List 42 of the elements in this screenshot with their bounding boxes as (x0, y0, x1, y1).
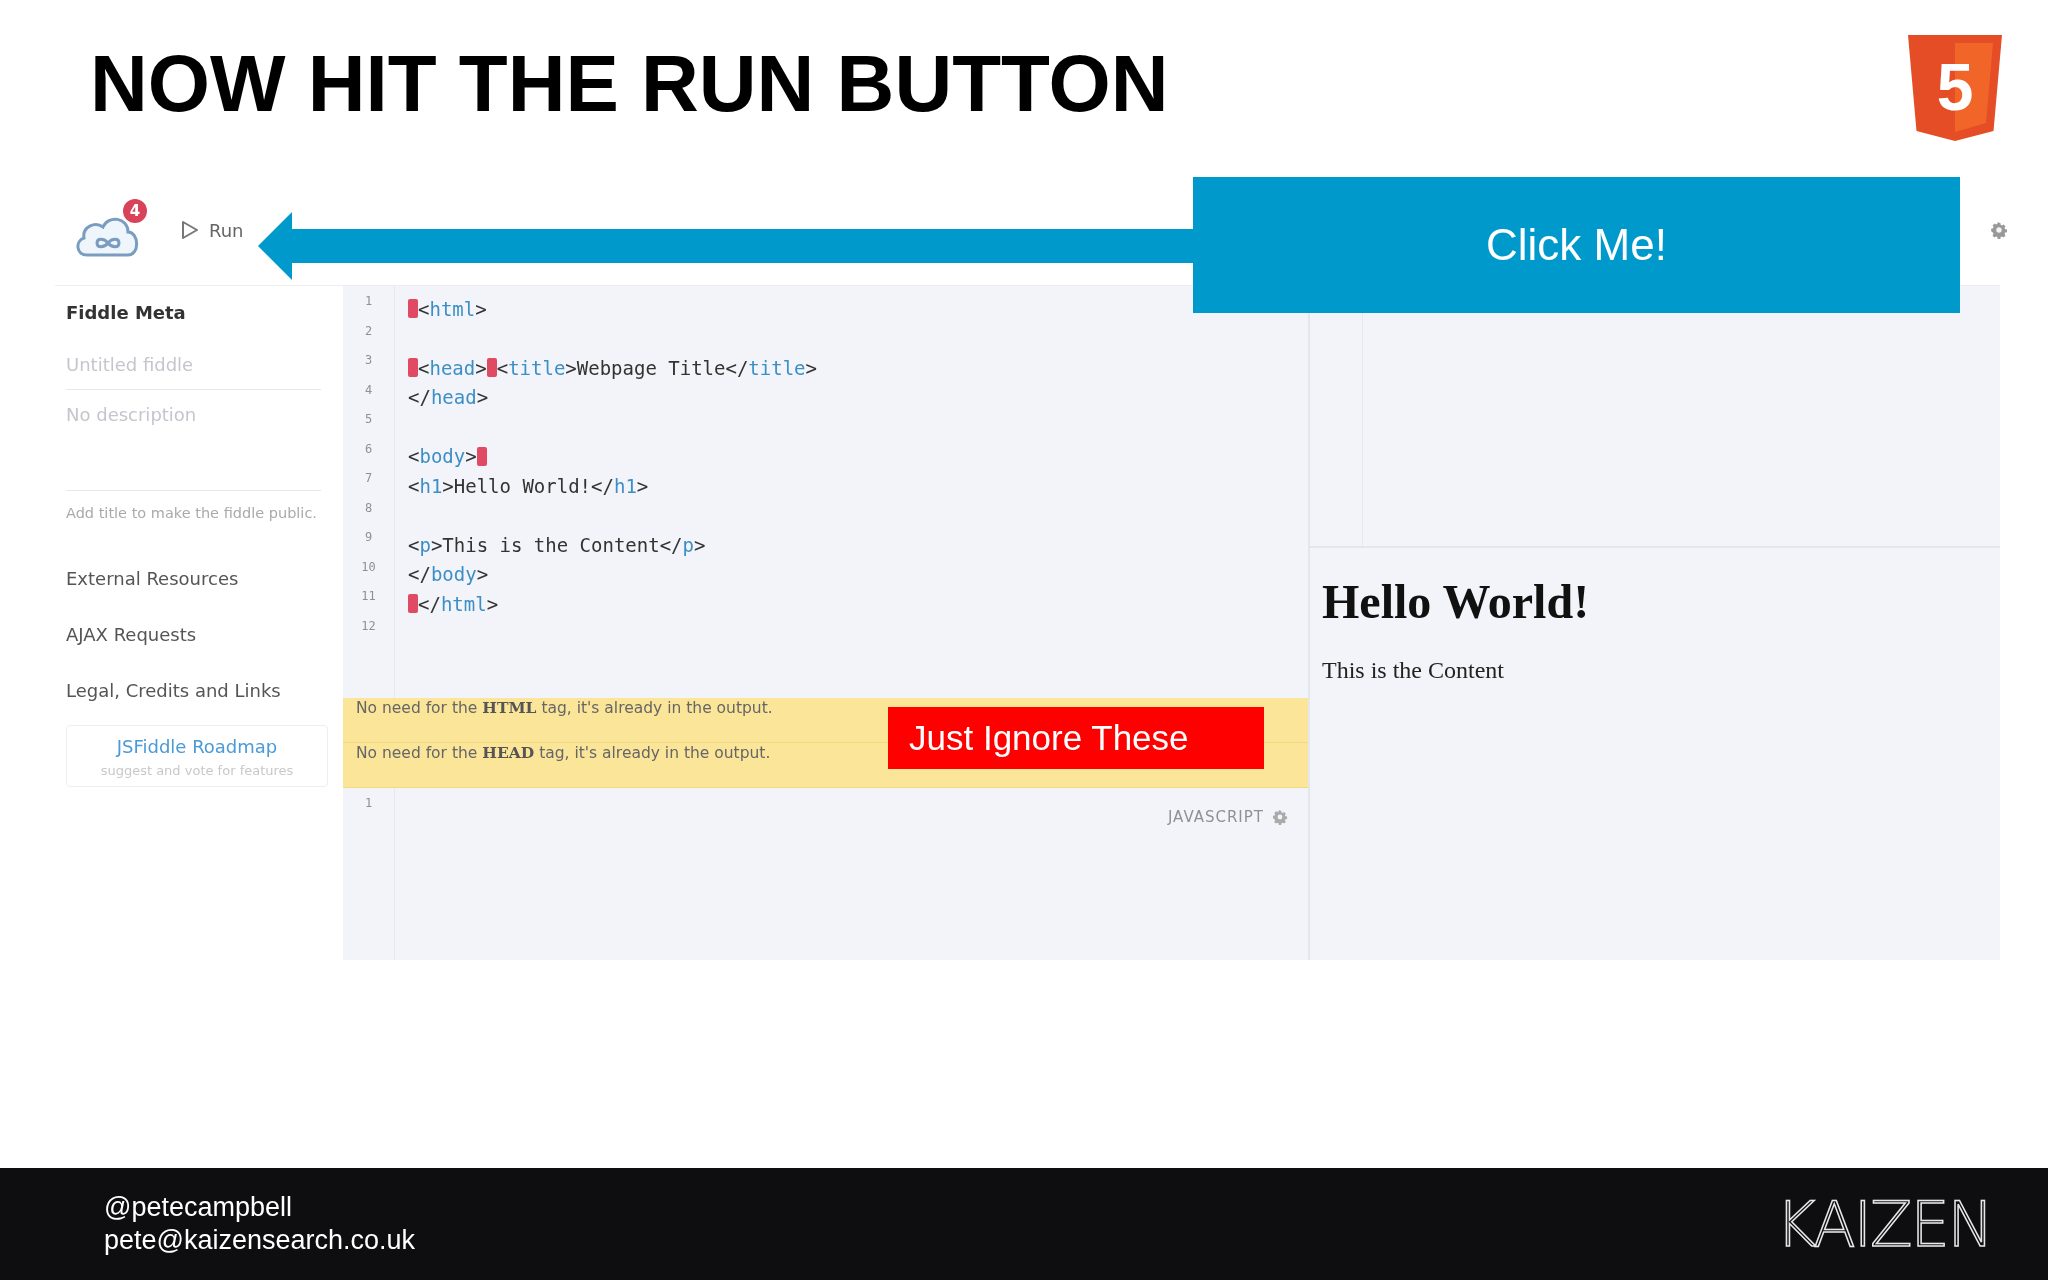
line-number: 2 (363, 323, 374, 340)
sidebar-item[interactable]: AJAX Requests (66, 607, 343, 663)
line-number: 8 (363, 500, 374, 517)
result-paragraph: This is the Content (1322, 657, 1505, 684)
line-number: 1 (363, 796, 374, 812)
callout-banner: Click Me! (1193, 177, 1960, 313)
settings-icon[interactable] (1990, 221, 2008, 239)
line-number: 10 (360, 559, 377, 576)
code-line: </body> (408, 562, 490, 588)
line-number: 3 (363, 353, 374, 369)
line-number: 11 (360, 589, 377, 605)
description-field[interactable]: No description (66, 390, 321, 491)
line-number: 5 (363, 412, 374, 428)
code-line: <p>This is the Content</p> (408, 532, 707, 558)
panel-label: JAVASCRIPT (1167, 808, 1264, 826)
line-number: 7 (363, 471, 374, 487)
line-number: 1 (363, 294, 374, 310)
title-field[interactable]: Untitled fiddle (66, 340, 321, 390)
code-line: <body> (408, 441, 817, 471)
sidebar-item[interactable]: External Resources (66, 551, 343, 607)
result-heading: Hello World! (1322, 574, 1591, 629)
play-icon (181, 220, 199, 240)
notification-badge: 4 (123, 199, 147, 223)
code-line: <html> (408, 294, 817, 324)
slide-title: NOW HIT THE RUN BUTTON (90, 38, 1169, 130)
line-number: 6 (363, 441, 374, 458)
html5-logo: 5 (1908, 35, 2002, 141)
run-button[interactable]: Run (177, 215, 248, 245)
hint-text: Add title to make the fiddle public. (66, 505, 318, 521)
code-line: </html> (408, 589, 817, 619)
line-number: 9 (363, 530, 374, 546)
brand-logo: KAIZEN (1775, 1187, 1992, 1261)
section-heading: Fiddle Meta (66, 301, 187, 325)
contact-text: @petecampbell (104, 1192, 293, 1223)
code-line: <head> <title>Webpage Title</title> (408, 353, 817, 383)
line-number: 4 (363, 382, 374, 399)
settings-icon[interactable] (1272, 809, 1288, 825)
contact-text: pete@kaizensearch.co.uk (104, 1225, 416, 1256)
code-line: <h1>Hello World!</h1> (408, 473, 650, 499)
sidebar-item[interactable]: Legal, Credits and Links (66, 663, 343, 719)
code-line: </head> (408, 385, 490, 411)
line-number: 12 (360, 618, 377, 635)
